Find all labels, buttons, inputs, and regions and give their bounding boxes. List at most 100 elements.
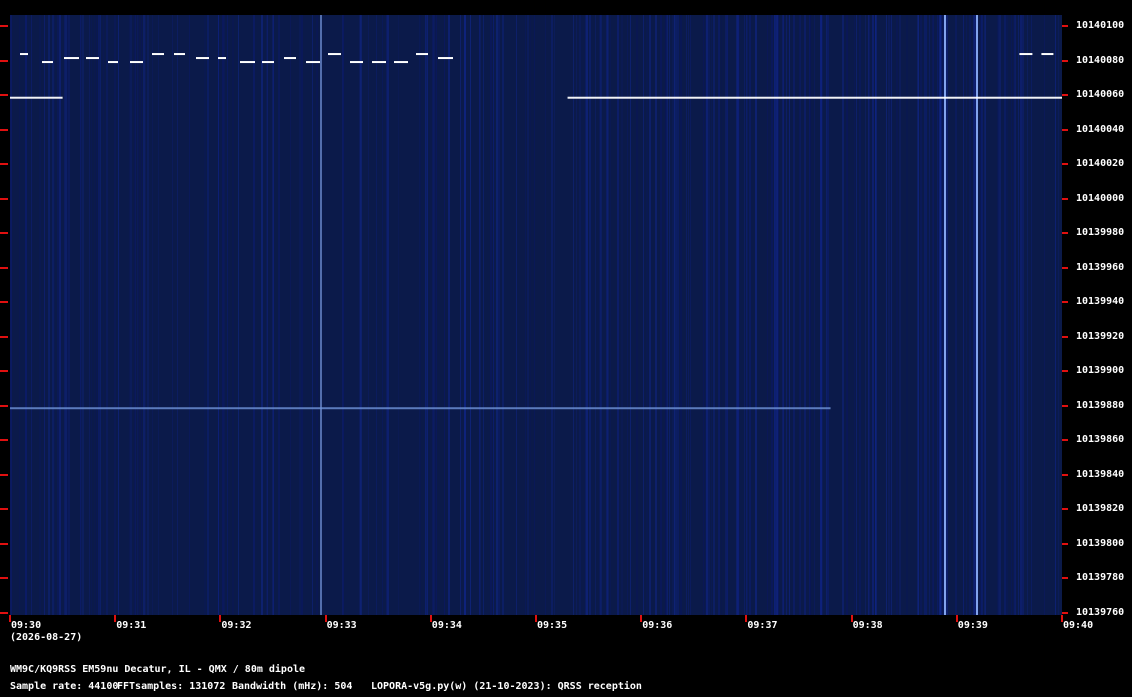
frequency-tick-left (0, 163, 8, 165)
noise-streak (665, 15, 667, 615)
frequency-tick-left (0, 542, 8, 545)
frequency-label: 10139900 (1076, 365, 1125, 376)
noise-streak (138, 15, 139, 615)
noise-streak (1013, 15, 1014, 615)
noise-streak (767, 15, 768, 615)
frequency-tick-left (0, 266, 8, 269)
frequency-label: 10140080 (1076, 54, 1125, 66)
software-info: LOPORA-v5g.py(w) (21-10-2023): QRSS rece… (371, 681, 642, 692)
frequency-label: 10139880 (1076, 399, 1125, 411)
noise-streak (290, 15, 291, 615)
noise-streak (57, 15, 59, 615)
noise-streak (312, 15, 313, 615)
noise-streak (929, 15, 930, 615)
signal-dash (196, 57, 209, 60)
noise-streak (143, 15, 145, 615)
spectrogram-canvas (10, 15, 1062, 615)
noise-streak (158, 15, 159, 615)
noise-streak (854, 15, 855, 615)
noise-streak (736, 15, 737, 615)
noise-streak (118, 15, 119, 615)
noise-streak (266, 15, 267, 615)
noise-streak (891, 15, 892, 615)
noise-streak (869, 15, 870, 615)
noise-streak (573, 15, 574, 615)
frequency-tick-left (0, 439, 8, 441)
frequency-tick-right (1062, 473, 1068, 476)
time-label: 09:35 (537, 620, 568, 631)
noise-streak (997, 15, 999, 615)
frequency-label: 10139760 (1076, 606, 1125, 618)
noise-streak (896, 15, 898, 615)
noise-streak (630, 15, 631, 615)
noise-streak (906, 15, 908, 615)
noise-streak (820, 15, 822, 615)
noise-streak (782, 15, 784, 615)
time-label: 09:31 (116, 620, 147, 631)
noise-streak (607, 15, 609, 615)
noise-streak (627, 15, 628, 615)
signal-trace (10, 407, 831, 410)
noise-streak (1027, 15, 1028, 615)
noise-streak (98, 15, 99, 615)
frequency-tick-left (0, 94, 8, 96)
noise-streak (1006, 15, 1008, 615)
noise-streak (705, 15, 706, 615)
noise-streak (218, 15, 219, 615)
noise-streak (91, 15, 92, 615)
frequency-tick-left (0, 473, 8, 476)
signal-dash (174, 53, 185, 56)
noise-streak (649, 15, 651, 615)
frequency-label: 10139980 (1076, 227, 1125, 238)
noise-streak (420, 15, 421, 615)
station-info: WM9C/KQ9RSS EM59nu Decatur, IL - QMX / 8… (10, 664, 306, 675)
noise-streak (464, 15, 466, 615)
noise-streak (955, 15, 957, 615)
noise-streak (827, 15, 829, 615)
noise-streak (925, 15, 927, 615)
signal-dash (64, 57, 79, 60)
noise-streak (68, 15, 70, 615)
noise-streak (82, 15, 84, 615)
noise-streak (99, 15, 100, 615)
time-label: 09:37 (747, 620, 778, 631)
noise-streak (39, 15, 41, 615)
noise-streak (261, 15, 263, 615)
noise-streak (924, 15, 925, 615)
signal-dash (262, 61, 274, 64)
frequency-tick-left (0, 404, 8, 407)
noise-streak (1020, 15, 1022, 615)
signal-dash (328, 53, 341, 56)
noise-streak (96, 15, 97, 615)
noise-streak (141, 15, 142, 615)
noise-streak (1022, 15, 1024, 615)
noise-streak (920, 15, 922, 615)
frequency-label: 10139920 (1076, 330, 1125, 342)
noise-streak (272, 15, 274, 615)
frequency-tick-right (1062, 439, 1068, 441)
noise-streak (856, 15, 857, 615)
noise-streak (660, 15, 662, 615)
noise-streak (937, 15, 938, 615)
noise-streak (253, 15, 255, 615)
frequency-tick-right (1062, 266, 1068, 269)
signal-trace (567, 96, 1062, 99)
noise-streak (238, 15, 239, 615)
frequency-tick-right (1062, 577, 1068, 579)
noise-streak (610, 15, 611, 615)
noise-streak (227, 15, 228, 615)
noise-streak (387, 15, 389, 615)
noise-streak (646, 15, 648, 615)
frequency-tick-left (0, 301, 8, 303)
noise-streak (59, 15, 61, 615)
noise-streak (872, 15, 874, 615)
noise-streak (799, 15, 800, 615)
signal-dash (108, 61, 118, 64)
noise-streak (502, 15, 504, 615)
noise-streak (789, 15, 790, 615)
time-label: 09:30 (11, 620, 42, 631)
interference-line (320, 15, 322, 615)
signal-trace (10, 96, 63, 99)
frequency-tick-left (0, 232, 8, 234)
noise-streak (774, 15, 776, 615)
